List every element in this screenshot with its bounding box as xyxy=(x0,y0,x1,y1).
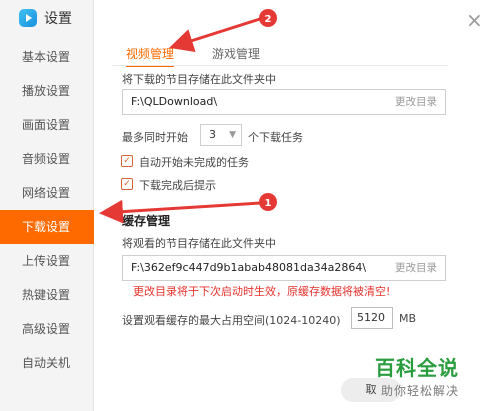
concurrent-select-value: 3 xyxy=(209,128,216,141)
notify-done-label: 下载完成后提示 xyxy=(139,179,216,192)
chevron-down-icon: ▼ xyxy=(229,130,236,140)
sidebar-item-basic[interactable]: 基本设置 xyxy=(0,40,94,74)
concurrent-prefix: 最多同时开始 xyxy=(122,131,188,144)
download-folder-label: 将下载的节目存储在此文件夹中 xyxy=(122,73,276,86)
tab-video-management[interactable]: 视频管理 xyxy=(126,45,175,67)
badge-1-text: 1 xyxy=(265,198,272,209)
download-change-dir-button[interactable]: 更改目录 xyxy=(395,90,437,114)
sidebar-item-audio[interactable]: 音频设置 xyxy=(0,142,94,176)
cache-path-value: F:\362ef9c447d9b1abab48081da34a2864\ xyxy=(131,261,367,274)
watermark-title: 百科全说 xyxy=(375,356,459,380)
sidebar: 设置 基本设置 播放设置 画面设置 音频设置 网络设置 下载设置 上传设置 热键… xyxy=(0,0,94,411)
sidebar-nav: 基本设置 播放设置 画面设置 音频设置 网络设置 下载设置 上传设置 热键设置 … xyxy=(0,40,94,380)
download-path-value: F:\QLDownload\ xyxy=(131,95,218,108)
sidebar-item-network[interactable]: 网络设置 xyxy=(0,176,94,210)
badge-2-text: 2 xyxy=(265,14,272,25)
download-path-field[interactable]: F:\QLDownload\ 更改目录 xyxy=(122,89,446,115)
cache-warning-text: 更改目录将于下次启动时生效，原缓存数据将被清空! xyxy=(133,285,391,298)
arrow-2 xyxy=(169,17,261,53)
cache-path-field[interactable]: F:\362ef9c447d9b1abab48081da34a2864\ 更改目… xyxy=(122,255,446,281)
checkmark-icon: ✓ xyxy=(123,156,131,166)
cache-folder-label: 将观看的节目存储在此文件夹中 xyxy=(122,237,276,250)
notify-done-checkbox[interactable]: ✓ xyxy=(121,178,133,190)
checkmark-icon: ✓ xyxy=(123,179,131,189)
auto-start-label: 自动开始未完成的任务 xyxy=(139,156,249,169)
tab-game-management[interactable]: 游戏管理 xyxy=(212,45,260,67)
sidebar-item-advanced[interactable]: 高级设置 xyxy=(0,312,94,346)
cache-change-dir-button[interactable]: 更改目录 xyxy=(395,256,437,280)
auto-start-checkbox[interactable]: ✓ xyxy=(121,155,133,167)
sidebar-item-upload[interactable]: 上传设置 xyxy=(0,244,94,278)
app-title: 设置 xyxy=(44,11,72,27)
sidebar-item-hotkey[interactable]: 热键设置 xyxy=(0,278,94,312)
sidebar-item-download[interactable]: 下载设置 xyxy=(0,210,94,244)
cache-max-label: 设置观看缓存的最大占用空间(1024-10240) xyxy=(122,314,341,327)
tab-divider xyxy=(112,65,448,66)
sidebar-item-auto-shutdown[interactable]: 自动关机 xyxy=(0,346,94,380)
close-icon[interactable]: × xyxy=(466,10,483,30)
app-header: 设置 xyxy=(18,8,72,28)
concurrent-suffix: 个下载任务 xyxy=(248,131,303,144)
cache-heading: 缓存管理 xyxy=(122,214,171,228)
concurrent-select[interactable]: 3 ▼ xyxy=(200,124,242,146)
tab-bar: 视频管理 游戏管理 xyxy=(126,45,260,67)
cache-max-input[interactable]: 5120 xyxy=(351,307,393,329)
play-logo-icon xyxy=(19,9,37,27)
watermark-subtitle: 助你轻松解决 xyxy=(381,384,460,398)
sidebar-item-playback[interactable]: 播放设置 xyxy=(0,74,94,108)
badge-1 xyxy=(259,193,277,211)
cache-unit: MB xyxy=(399,312,417,325)
sidebar-item-picture[interactable]: 画面设置 xyxy=(0,108,94,142)
badge-2 xyxy=(259,9,277,27)
